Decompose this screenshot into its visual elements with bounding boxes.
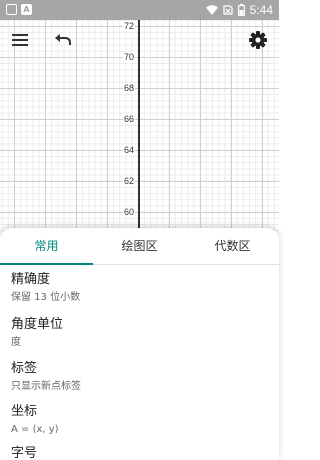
setting-title: 角度单位 [11,317,64,332]
setting-title: 精确度 [11,272,51,287]
setting-coordinates[interactable]: 坐标 A = (x, y) [0,404,70,436]
status-time: 5:44 [249,3,273,17]
setting-value: 度 [11,337,21,348]
tab-graphics[interactable]: 绘图区 [93,228,186,264]
y-tick-label: 62 [122,176,135,186]
setting-title: 字号 [11,446,38,460]
notification-a-icon: A [21,4,32,15]
y-tick-label: 72 [122,21,135,31]
y-tick-label: 70 [122,52,135,62]
active-tab-indicator [0,263,93,265]
setting-font-size[interactable]: 字号 [0,446,48,460]
menu-button[interactable] [8,28,32,52]
system-status: 5:44 [205,3,273,17]
notification-icons: A [6,4,32,15]
setting-labeling[interactable]: 标签 只显示新点标签 [0,361,92,393]
gear-icon [249,31,267,49]
y-tick-label: 60 [122,207,135,217]
wifi-icon [205,5,218,15]
tab-algebra[interactable]: 代数区 [186,228,279,264]
setting-rounding[interactable]: 精确度 保留 13 位小数 [0,272,91,304]
y-tick-label: 64 [122,145,135,155]
status-bar: A 5:44 [0,0,279,20]
setting-value: 只显示新点标签 [11,381,81,392]
setting-value: 保留 13 位小数 [11,292,81,303]
y-tick-label: 66 [122,114,135,124]
graphics-view[interactable]: 72 70 68 66 64 62 60 [0,20,279,235]
undo-icon [55,34,71,45]
hamburger-menu-icon [12,34,28,46]
setting-angle-unit[interactable]: 角度单位 度 [0,317,74,349]
tab-general[interactable]: 常用 [0,228,93,264]
setting-title: 标签 [11,361,38,376]
settings-tabs: 常用 绘图区 代数区 [0,228,279,265]
settings-button[interactable] [246,28,270,52]
setting-value: A = (x, y) [11,424,59,435]
y-tick-label: 68 [122,83,135,93]
setting-title: 坐标 [11,404,38,419]
settings-sheet: 常用 绘图区 代数区 精确度 保留 13 位小数 角度单位 度 标签 只显示新点… [0,228,279,460]
undo-button[interactable] [51,28,75,52]
no-sim-icon [222,5,233,15]
y-axis [138,20,140,235]
notification-square-icon [6,4,17,15]
battery-icon [237,4,245,16]
notification-letter: A [23,5,30,14]
